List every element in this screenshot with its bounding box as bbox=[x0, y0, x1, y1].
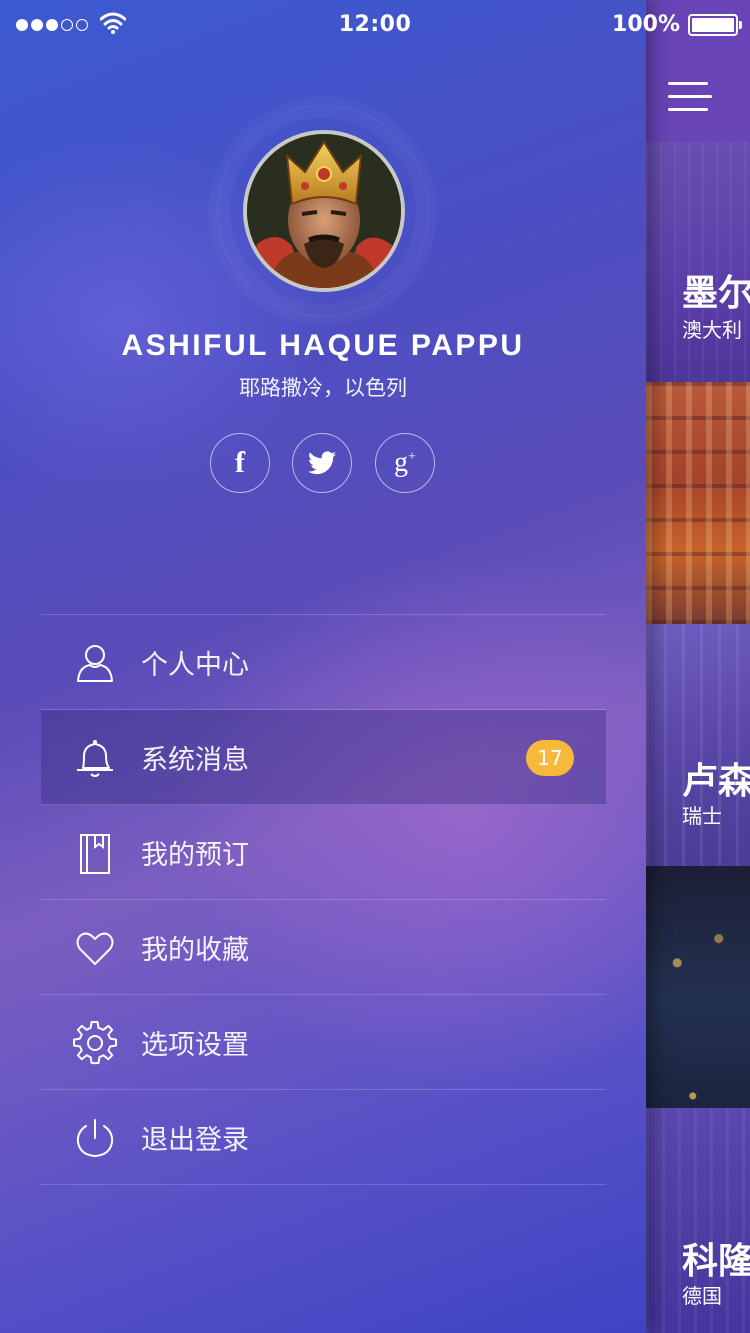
destination-country: 德国 bbox=[682, 1284, 722, 1308]
twitter-button[interactable] bbox=[292, 433, 352, 493]
destination-title: 科隆 bbox=[682, 1241, 750, 1282]
destination-country: 瑞士 bbox=[682, 804, 722, 828]
menu-item-profile[interactable]: 个人中心 bbox=[41, 615, 606, 710]
avatar-image bbox=[247, 134, 401, 288]
destination-card[interactable]: 卢森 瑞士 bbox=[646, 624, 750, 866]
side-drawer: ASHIFUL HAQUE PAPPU 耶路撒冷，以色列 f g+ 个人中心 系 bbox=[0, 0, 646, 1333]
menu-item-label: 选项设置 bbox=[141, 1030, 249, 1061]
power-icon bbox=[76, 1119, 114, 1158]
menu-item-logout[interactable]: 退出登录 bbox=[41, 1090, 606, 1185]
menu-item-label: 我的收藏 bbox=[141, 935, 249, 966]
bell-icon bbox=[77, 740, 113, 777]
unread-badge: 17 bbox=[526, 740, 574, 776]
destination-title: 墨尔 bbox=[682, 273, 750, 314]
user-name: ASHIFUL HAQUE PAPPU bbox=[121, 329, 525, 362]
destination-card[interactable]: 科隆 德国 bbox=[646, 1108, 750, 1333]
menu-item-label: 系统消息 bbox=[141, 745, 249, 776]
drawer-menu: 个人中心 系统消息 17 我的预订 我的收藏 选项设置 退出登录 bbox=[41, 614, 606, 1185]
destination-card[interactable] bbox=[646, 382, 750, 624]
avatar[interactable] bbox=[243, 130, 405, 292]
gear-icon bbox=[73, 1021, 117, 1065]
status-bar: 12:00 100% bbox=[0, 0, 750, 50]
user-location: 耶路撒冷，以色列 bbox=[239, 376, 407, 400]
hamburger-menu-icon[interactable] bbox=[668, 80, 712, 114]
battery-percent: 100% bbox=[612, 12, 680, 37]
user-icon bbox=[77, 645, 113, 682]
destination-card[interactable] bbox=[646, 866, 750, 1108]
destination-card[interactable]: 墨尔 澳大利 bbox=[646, 142, 750, 382]
menu-item-bookings[interactable]: 我的预订 bbox=[41, 805, 606, 900]
twitter-icon bbox=[308, 451, 336, 475]
menu-item-label: 我的预订 bbox=[141, 840, 249, 871]
destination-country: 澳大利 bbox=[682, 318, 742, 342]
destination-title: 卢森 bbox=[682, 761, 750, 802]
menu-item-settings[interactable]: 选项设置 bbox=[41, 995, 606, 1090]
googleplus-button[interactable]: g+ bbox=[375, 433, 435, 493]
menu-item-favorites[interactable]: 我的收藏 bbox=[41, 900, 606, 995]
battery-icon bbox=[688, 14, 742, 36]
book-icon bbox=[80, 834, 110, 874]
heart-icon bbox=[76, 932, 114, 965]
menu-item-label: 退出登录 bbox=[141, 1125, 249, 1156]
menu-item-label: 个人中心 bbox=[141, 650, 249, 681]
googleplus-icon: g+ bbox=[394, 447, 416, 478]
facebook-icon: f bbox=[235, 446, 245, 479]
menu-item-messages[interactable]: 系统消息 17 bbox=[41, 710, 606, 805]
facebook-button[interactable]: f bbox=[210, 433, 270, 493]
